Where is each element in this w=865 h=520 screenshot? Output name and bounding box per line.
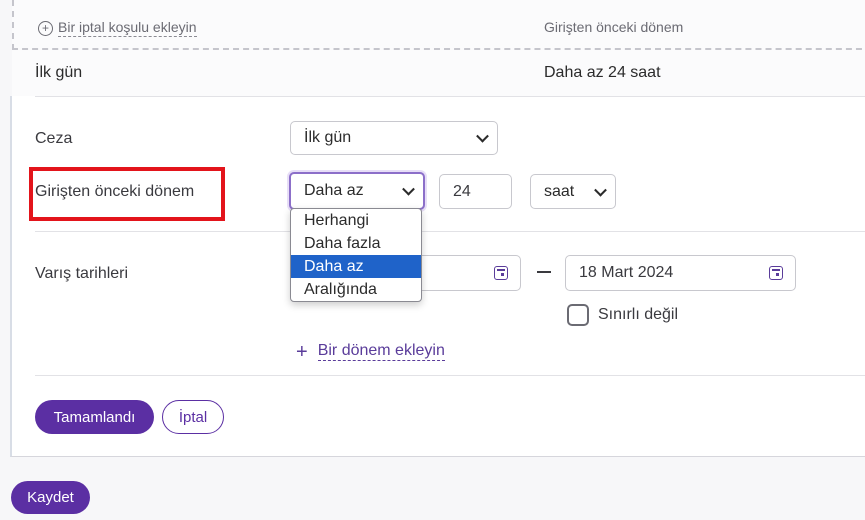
plus-circle-icon: + (38, 20, 53, 36)
divider (35, 231, 865, 232)
period-operator-value: Daha az (304, 182, 364, 199)
add-condition-link[interactable]: + Bir iptal koşulu ekleyin (38, 19, 197, 37)
divider (35, 96, 865, 97)
dropdown-option-less[interactable]: Daha az (291, 255, 421, 278)
date-end-value: 18 Mart 2024 (579, 264, 674, 281)
period-amount-input[interactable]: 24 (439, 174, 512, 209)
arrival-dates-label: Varış tarihleri (35, 265, 129, 282)
calendar-icon[interactable] (769, 266, 783, 280)
divider (35, 375, 865, 376)
add-condition-label: Bir iptal koşulu ekleyin (58, 19, 197, 37)
highlight-box (29, 167, 225, 221)
chevron-down-icon (402, 182, 415, 196)
period-unit-select[interactable]: saat (530, 174, 616, 209)
period-unit-value: saat (544, 182, 575, 200)
unlimited-label: Sınırlı değil (598, 306, 679, 323)
period-operator-select[interactable]: Daha az (289, 172, 425, 210)
chevron-down-icon (594, 183, 607, 197)
done-button[interactable]: Tamamlandı (35, 400, 154, 434)
penalty-select[interactable]: İlk gün (290, 121, 498, 155)
date-range-dash (537, 271, 551, 273)
unlimited-checkbox[interactable] (567, 304, 589, 326)
period-operator-dropdown: Herhangi Daha fazla Daha az Aralığında (290, 208, 422, 302)
plus-icon: + (296, 340, 308, 363)
add-period-label: Bir dönem ekleyin (317, 342, 445, 361)
dropdown-option-more[interactable]: Daha fazla (291, 232, 421, 255)
cancel-button[interactable]: İptal (162, 400, 224, 434)
save-button[interactable]: Kaydet (11, 481, 90, 514)
penalty-select-value: İlk gün (304, 129, 352, 146)
dropdown-option-between[interactable]: Aralığında (291, 278, 421, 301)
column-header-before-checkin: Girişten önceki dönem (544, 19, 684, 35)
calendar-icon[interactable] (494, 266, 508, 280)
period-amount-value: 24 (453, 182, 471, 200)
penalty-label: Ceza (35, 130, 73, 147)
dropdown-option-any[interactable]: Herhangi (291, 209, 421, 232)
summary-row (12, 50, 865, 96)
date-end-input[interactable]: 18 Mart 2024 (565, 255, 796, 291)
summary-period: Daha az 24 saat (544, 64, 661, 81)
add-period-link[interactable]: + Bir dönem ekleyin (296, 340, 445, 363)
chevron-down-icon (476, 129, 489, 143)
summary-penalty: İlk gün (35, 64, 83, 81)
